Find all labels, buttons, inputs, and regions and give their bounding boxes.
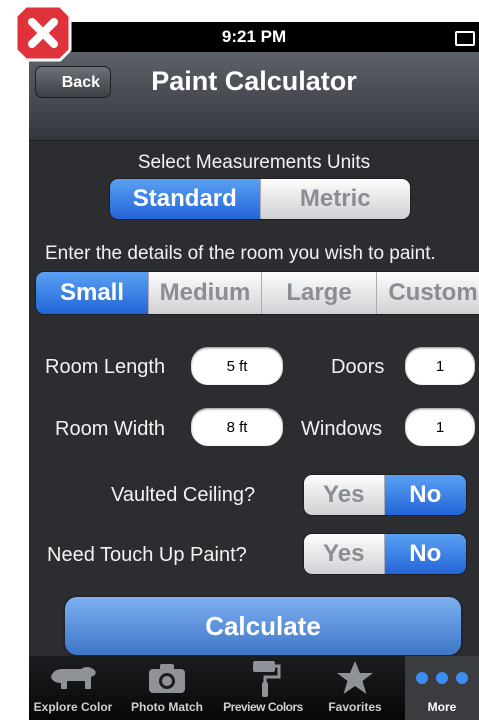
calculator-form: Select Measurements Units Standard Metri…	[29, 140, 479, 680]
units-label: Select Measurements Units	[137, 152, 371, 173]
size-large-option[interactable]: Large	[261, 272, 376, 314]
bear-icon	[47, 656, 99, 700]
windows-label: Windows	[301, 418, 383, 440]
room-width-label: Room Width	[55, 418, 166, 440]
doors-label: Doors	[331, 356, 385, 378]
status-time: 9:21 PM	[221, 27, 287, 46]
vaulted-ceiling-label: Vaulted Ceiling?	[111, 484, 256, 506]
page-title: Paint Calculator	[151, 66, 357, 96]
windows-input[interactable]: 1	[405, 408, 475, 446]
room-length-input[interactable]: 5 ft	[191, 347, 283, 385]
room-size-segmented-control: Small Medium Large Custom	[35, 271, 479, 315]
touchup-yes-option[interactable]: Yes	[304, 534, 384, 574]
touchup-no-option[interactable]: No	[383, 534, 466, 574]
touch-up-label: Need Touch Up Paint?	[47, 544, 247, 566]
size-custom-option[interactable]: Custom	[376, 272, 479, 314]
close-icon[interactable]	[14, 4, 72, 62]
vaulted-no-option[interactable]: No	[383, 475, 466, 515]
calculate-button[interactable]: Calculate	[63, 595, 463, 657]
units-segmented-control: Standard Metric	[109, 178, 411, 220]
tab-label: Photo Match	[131, 700, 203, 714]
camera-icon	[147, 656, 187, 700]
tab-label: Favorites	[328, 700, 382, 714]
touch-up-toggle: Yes No	[303, 533, 467, 575]
doors-input[interactable]: 1	[405, 347, 475, 385]
tab-explore-color[interactable]: Explore Color	[29, 656, 117, 720]
status-bar: 9:21 PM	[29, 22, 479, 52]
battery-icon	[455, 31, 475, 46]
vaulted-yes-option[interactable]: Yes	[304, 475, 384, 515]
phone-screen: 9:21 PM Back Paint Calculator Select Mea…	[29, 22, 479, 720]
tab-favorites[interactable]: Favorites	[315, 656, 395, 720]
room-length-label: Room Length	[45, 356, 166, 378]
room-prompt: Enter the details of the room you wish t…	[45, 243, 436, 264]
size-medium-option[interactable]: Medium	[148, 272, 261, 314]
tab-bar: Explore Color Photo Match Preview Colors…	[29, 656, 479, 720]
tab-label: Preview Colors	[223, 700, 303, 714]
units-standard-option[interactable]: Standard	[110, 179, 260, 219]
tab-label: Explore Color	[33, 700, 113, 714]
tab-photo-match[interactable]: Photo Match	[121, 656, 213, 720]
more-dots-icon	[415, 656, 469, 700]
tab-label: More	[427, 700, 457, 714]
vaulted-ceiling-toggle: Yes No	[303, 474, 467, 516]
units-metric-option[interactable]: Metric	[259, 179, 410, 219]
tab-preview-colors[interactable]: Preview Colors	[215, 656, 311, 720]
tab-more[interactable]: More	[405, 656, 479, 720]
navigation-bar: Back Paint Calculator	[29, 52, 479, 141]
room-width-input[interactable]: 8 ft	[191, 408, 283, 446]
paint-roller-icon	[243, 656, 283, 700]
size-small-option[interactable]: Small	[36, 272, 148, 314]
star-icon	[336, 656, 374, 700]
